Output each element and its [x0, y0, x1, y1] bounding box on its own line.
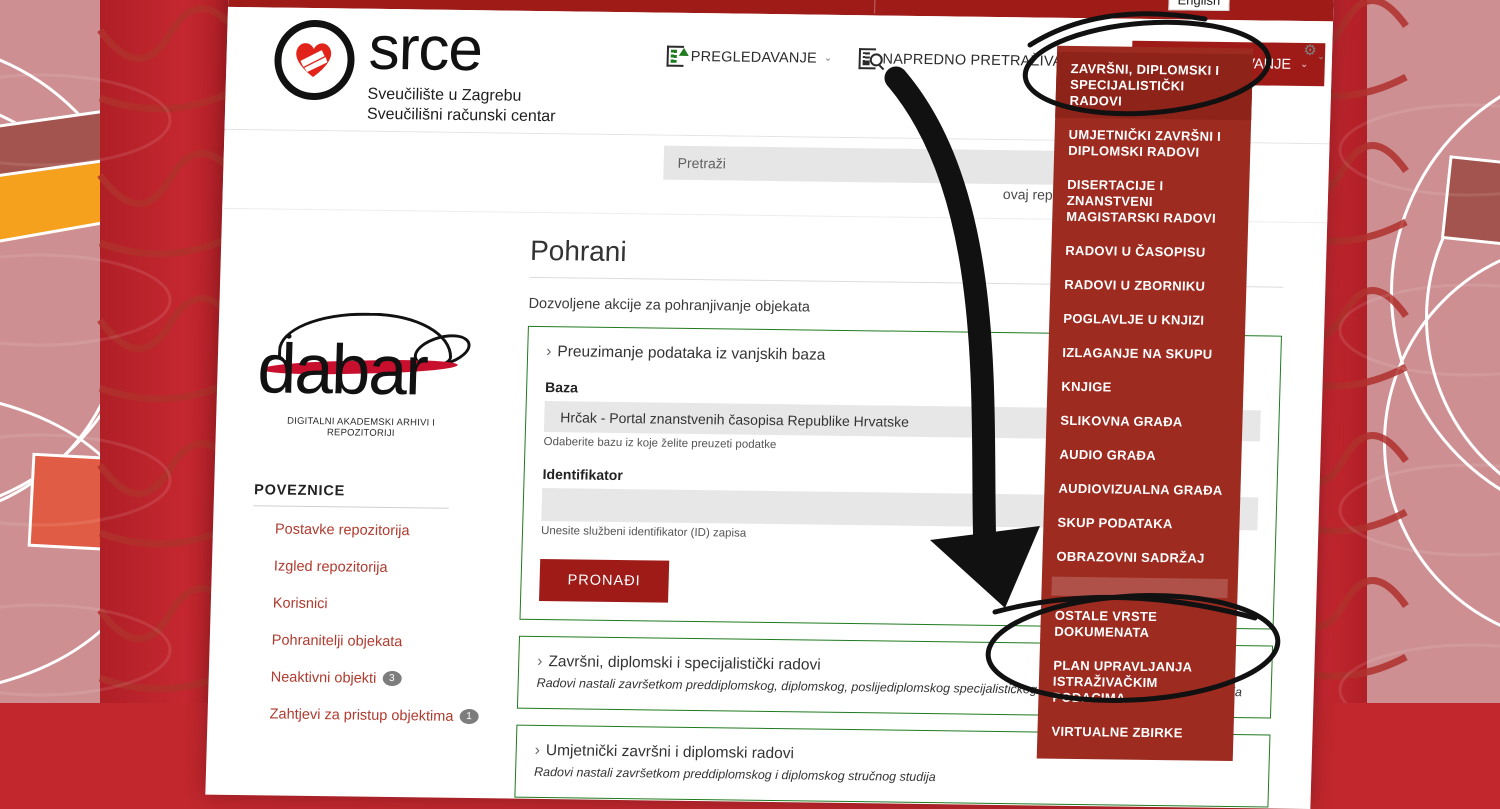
sidebar-item-label: Neaktivni objekti — [270, 669, 377, 687]
dabar-logo: dabar DIGITALNI AKADEMSKI ARHIVI I REPOZ… — [256, 311, 475, 439]
section-heading: Završni, diplomski i specijalistički rad… — [548, 653, 821, 674]
browser-page: pristupnice English srce Sveučilište u Z… — [205, 0, 1336, 809]
search-placeholder: Pretraži — [677, 154, 727, 172]
sidebar-item-neaktivni-objekti[interactable]: Neaktivni objekti 3 — [270, 668, 494, 689]
sidebar-item-label: Postavke repozitorija — [274, 521, 410, 540]
sidebar-item-label: Korisnici — [272, 595, 328, 613]
menu-item-audiovizualna-grada[interactable]: AUDIOVIZUALNA GRAĐA — [1044, 472, 1241, 509]
baza-selected-value: Hrčak - Portal znanstvenih časopisa Repu… — [560, 408, 910, 430]
chevron-right-icon: › — [537, 652, 543, 670]
links-panel: POVEZNICE Postavke repozitorija Izgled r… — [247, 482, 499, 726]
status-badge: 1 — [459, 708, 479, 725]
section-heading: Umjetnički završni i diplomski radovi — [545, 742, 795, 763]
gear-icon[interactable]: ⚙ — [1303, 41, 1317, 59]
gear-chevron-down-icon[interactable]: ⌄ — [1317, 51, 1325, 62]
sidebar-item-korisnici[interactable]: Korisnici — [273, 594, 497, 615]
chevron-down-icon: ⌄ — [823, 52, 833, 64]
srce-logo[interactable]: srce Sveučilište u Zagrebu Sveučilišni r… — [273, 13, 559, 128]
links-panel-title: POVEZNICE — [253, 482, 450, 509]
menu-item-disertacije-znanstveni-magistarski[interactable]: DISERTACIJE I ZNANSTVENI MAGISTARSKI RAD… — [1052, 168, 1250, 237]
external-import-heading: Preuzimanje podataka iz vanjskih baza — [557, 343, 826, 364]
menu-item-knjige[interactable]: KNJIGE — [1047, 370, 1244, 407]
srce-heart-icon — [273, 19, 356, 101]
chevron-right-icon: › — [545, 343, 552, 361]
chevron-down-icon: ⌄ — [1299, 58, 1309, 71]
brand-line2: Sveučilišni računski centar — [366, 105, 556, 126]
section-description: Radovi nastali završetkom preddiplomskog… — [533, 764, 936, 785]
menu-item-obrazovni-sadrzaj[interactable]: OBRAZOVNI SADRŽAJ — [1042, 540, 1239, 577]
heart-shape — [296, 43, 332, 78]
dabar-caption: DIGITALNI AKADEMSKI ARHIVI I REPOZITORIJ… — [286, 415, 436, 440]
menu-separator — [1051, 576, 1228, 598]
menu-item-radovi-u-casopisu[interactable]: RADOVI U ČASOPISU — [1051, 234, 1248, 271]
menu-item-audio-grada[interactable]: AUDIO GRAĐA — [1045, 438, 1242, 475]
menu-item-virtualne-zbirke[interactable]: VIRTUALNE ZBIRKE — [1037, 714, 1234, 751]
browse-icon — [666, 45, 690, 67]
language-button[interactable]: English — [1168, 0, 1230, 12]
sidebar-item-label: Zahtjevi za pristup objektima — [269, 706, 454, 725]
nav-label-pregledavanje: PREGLEDAVANJE — [690, 48, 818, 67]
sidebar-item-label: Izgled repozitorija — [273, 558, 388, 576]
pohranjivanje-dropdown-menu[interactable]: ZAVRŠNI, DIPLOMSKI I SPECIJALISTIČKI RAD… — [1036, 45, 1254, 762]
brand-name: srce — [367, 13, 484, 85]
sidebar-item-label: Pohranitelji objekata — [271, 632, 403, 651]
menu-item-skup-podataka[interactable]: SKUP PODATAKA — [1043, 506, 1240, 543]
advanced-search-icon — [858, 48, 883, 70]
nav-item-pregledavanje[interactable]: PREGLEDAVANJE ⌄ — [666, 45, 833, 69]
menu-item-izlaganje-na-skupu[interactable]: IZLAGANJE NA SKUPU — [1048, 336, 1245, 373]
menu-item-radovi-u-zborniku[interactable]: RADOVI U ZBORNIKU — [1050, 268, 1247, 305]
links-list: Postavke repozitorija Izgled repozitorij… — [247, 520, 498, 726]
sidebar-item-zahtjevi-za-pristup-objektima[interactable]: Zahtjevi za pristup objektima 1 — [269, 705, 493, 726]
menu-item-plan-upravljanja-istrazivackim-podacima[interactable]: PLAN UPRAVLJANJA ISTRAŽIVAČKIM PODACIMA — [1038, 649, 1236, 718]
chevron-right-icon: › — [534, 741, 541, 759]
sidebar-item-izgled-repozitorija[interactable]: Izgled repozitorija — [274, 557, 498, 578]
menu-item-ostale-vrste-dokumenata[interactable]: OSTALE VRSTE DOKUMENATA — [1040, 599, 1237, 652]
menu-item-zavrsni-diplomski-specijalisticki[interactable]: ZAVRŠNI, DIPLOMSKI I SPECIJALISTIČKI RAD… — [1055, 51, 1254, 121]
menu-item-poglavlje-u-knjizi[interactable]: POGLAVLJE U KNJIZI — [1049, 302, 1246, 339]
menu-item-umjetnicki-zavrsni-diplomski[interactable]: UMJETNIČKI ZAVRŠNI I DIPLOMSKI RADOVI — [1054, 118, 1251, 171]
brand-line1: Sveučilište u Zagrebu — [367, 85, 522, 105]
status-badge: 3 — [382, 670, 402, 687]
topbar-divider — [874, 0, 877, 14]
menu-item-slikovna-grada[interactable]: SLIKOVNA GRAĐA — [1046, 404, 1243, 441]
dabar-wordmark: dabar — [256, 329, 428, 410]
pronadi-button[interactable]: PRONAĐI — [539, 558, 670, 603]
sidebar: dabar DIGITALNI AKADEMSKI ARHIVI I REPOZ… — [205, 217, 507, 809]
sidebar-item-pohranitelji-objekata[interactable]: Pohranitelji objekata — [272, 631, 496, 652]
sidebar-item-postavke-repozitorija[interactable]: Postavke repozitorija — [275, 521, 499, 542]
